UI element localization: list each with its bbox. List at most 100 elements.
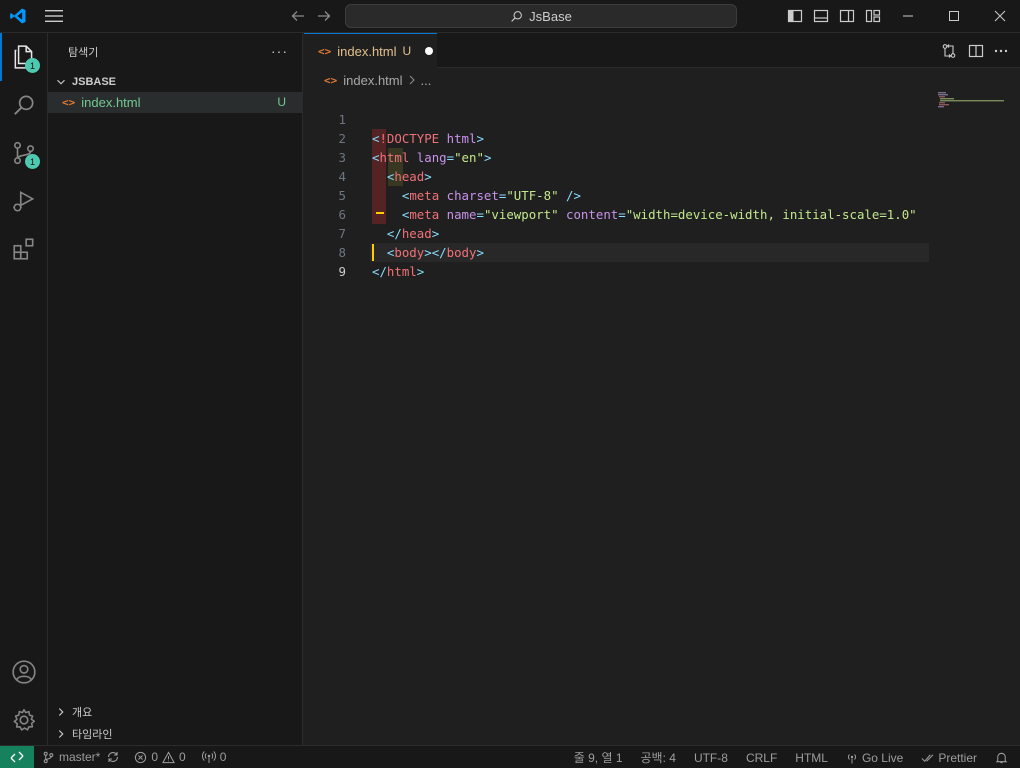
sync-button[interactable] bbox=[106, 750, 120, 764]
warning-count: 0 bbox=[179, 750, 186, 764]
ports-count: 0 bbox=[219, 750, 227, 764]
warning-icon bbox=[162, 750, 175, 763]
html-file-icon: <> bbox=[324, 73, 338, 87]
cursor-position[interactable]: 줄 9, 열 1 bbox=[574, 749, 623, 766]
ports-status[interactable]: 0 bbox=[201, 750, 227, 764]
prettier-label: Prettier bbox=[938, 750, 977, 765]
code-editor[interactable]: 1 <!DOCTYPE html> 2 <html lang="en"> 3 <… bbox=[304, 91, 1020, 745]
close-window-button[interactable] bbox=[977, 0, 1020, 32]
code-line: 8 </html> bbox=[304, 224, 930, 279]
code-line: 4 <meta charset="UTF-8" /> bbox=[304, 148, 930, 203]
git-branch-status[interactable]: master* bbox=[42, 750, 100, 764]
activity-manage[interactable] bbox=[0, 696, 48, 744]
run-debug-icon bbox=[13, 190, 35, 212]
breadcrumb-file[interactable]: index.html bbox=[343, 73, 402, 88]
code-line: 3 <head> bbox=[304, 129, 930, 184]
go-live-button[interactable]: Go Live bbox=[846, 751, 903, 765]
git-branch-icon bbox=[43, 751, 54, 763]
title-bar: JsBase bbox=[0, 0, 1020, 33]
prettier-status[interactable]: Prettier bbox=[921, 751, 977, 765]
error-count: 0 bbox=[151, 750, 159, 764]
forward-arrow-icon[interactable] bbox=[316, 8, 332, 24]
untracked-status: U bbox=[277, 95, 286, 109]
minimap-cursor-marker bbox=[376, 212, 384, 214]
workspace-name: JSBASE bbox=[72, 76, 117, 88]
activity-extensions[interactable] bbox=[0, 225, 48, 273]
branch-name: master* bbox=[59, 750, 101, 764]
search-label: JsBase bbox=[529, 8, 572, 24]
indentation[interactable]: 공백: 4 bbox=[641, 749, 676, 766]
tab-index-html[interactable]: <> index.html U bbox=[304, 33, 437, 68]
status-bar: master* 0 0 0 줄 9, 열 1 공백: 4 UTF-8 CRLF … bbox=[0, 745, 1020, 768]
sidebar-more-actions[interactable]: ··· bbox=[271, 43, 288, 59]
menu-icon[interactable] bbox=[45, 9, 63, 23]
activity-run-and-debug[interactable] bbox=[0, 177, 48, 225]
vscode-logo-icon[interactable] bbox=[9, 7, 27, 25]
customize-layout-icon[interactable] bbox=[865, 8, 881, 24]
broadcast-icon bbox=[847, 753, 856, 763]
minimize-button[interactable] bbox=[885, 0, 931, 32]
workspace-section-header[interactable]: JSBASE bbox=[48, 71, 303, 93]
activity-bar: 1 1 bbox=[0, 33, 48, 745]
timeline-section-header[interactable]: 타임라인 bbox=[48, 723, 303, 745]
source-control-badge: 1 bbox=[25, 154, 40, 169]
timeline-label: 타임라인 bbox=[72, 729, 113, 741]
search-icon bbox=[14, 95, 34, 115]
notifications-button[interactable] bbox=[995, 751, 1008, 764]
code-line: 2 <html lang="en"> bbox=[304, 110, 930, 165]
more-actions-icon[interactable] bbox=[993, 43, 1009, 59]
language-mode[interactable]: HTML bbox=[795, 751, 828, 765]
extensions-icon bbox=[13, 238, 34, 260]
command-center-search[interactable]: JsBase bbox=[345, 4, 737, 28]
code-text: </html> bbox=[372, 264, 425, 279]
activity-accounts[interactable] bbox=[0, 648, 48, 696]
chevron-right-icon bbox=[58, 708, 64, 716]
breadcrumb-more[interactable]: ... bbox=[421, 73, 432, 88]
line-number: 9 bbox=[338, 264, 346, 279]
sync-icon bbox=[108, 752, 119, 762]
maximize-button[interactable] bbox=[931, 0, 977, 32]
status-bar-right: 줄 9, 열 1 공백: 4 UTF-8 CRLF HTML Go Live P… bbox=[574, 746, 1020, 768]
chevron-right-icon bbox=[409, 75, 415, 85]
code-line: 1 <!DOCTYPE html> bbox=[304, 91, 930, 146]
text-cursor bbox=[372, 244, 374, 261]
file-name: index.html bbox=[81, 95, 141, 110]
go-live-label: Go Live bbox=[861, 750, 904, 765]
unsaved-dot-icon[interactable] bbox=[425, 47, 434, 55]
html-file-icon: <> bbox=[62, 96, 76, 109]
close-icon bbox=[994, 10, 1006, 22]
activity-source-control[interactable]: 1 bbox=[0, 129, 48, 177]
outline-section-header[interactable]: 개요 bbox=[48, 701, 303, 723]
problems-status[interactable]: 0 0 bbox=[134, 750, 186, 764]
code-line: 7 <body></body> bbox=[304, 205, 930, 260]
explorer-badge: 1 bbox=[25, 58, 40, 73]
minimize-icon bbox=[903, 15, 913, 17]
file-encoding[interactable]: UTF-8 bbox=[694, 751, 728, 765]
bell-icon bbox=[995, 752, 1008, 764]
toggle-panel-icon[interactable] bbox=[813, 8, 829, 24]
toggle-secondary-sidebar-icon[interactable] bbox=[839, 8, 855, 24]
minimap[interactable] bbox=[936, 91, 1020, 745]
gear-icon bbox=[13, 708, 36, 731]
split-editor-icon[interactable] bbox=[968, 43, 984, 59]
editor-tabs: <> index.html U bbox=[304, 33, 1020, 68]
activity-explorer[interactable]: 1 bbox=[0, 33, 48, 81]
code-line: 9 bbox=[304, 243, 930, 279]
end-of-line[interactable]: CRLF bbox=[746, 751, 777, 765]
remote-indicator[interactable] bbox=[0, 745, 34, 768]
broadcast-icon bbox=[201, 751, 216, 763]
back-arrow-icon[interactable] bbox=[290, 8, 306, 24]
search-icon bbox=[511, 10, 523, 22]
breadcrumb: <> index.html ... bbox=[304, 69, 1020, 91]
sidebar-title: 탐색기 bbox=[68, 47, 99, 59]
toggle-primary-sidebar-icon[interactable] bbox=[787, 8, 803, 24]
tab-label: index.html bbox=[337, 43, 397, 59]
double-check-icon bbox=[921, 753, 934, 762]
compare-changes-icon[interactable] bbox=[941, 43, 957, 59]
activity-search[interactable] bbox=[0, 81, 48, 129]
chevron-right-icon bbox=[58, 730, 64, 738]
file-item-index-html[interactable]: <> index.html U bbox=[48, 92, 302, 113]
explorer-sidebar: 탐색기 ··· JSBASE <> index.html U 개요 타임라인 bbox=[48, 33, 303, 745]
maximize-icon bbox=[949, 11, 959, 21]
account-icon bbox=[12, 660, 36, 684]
